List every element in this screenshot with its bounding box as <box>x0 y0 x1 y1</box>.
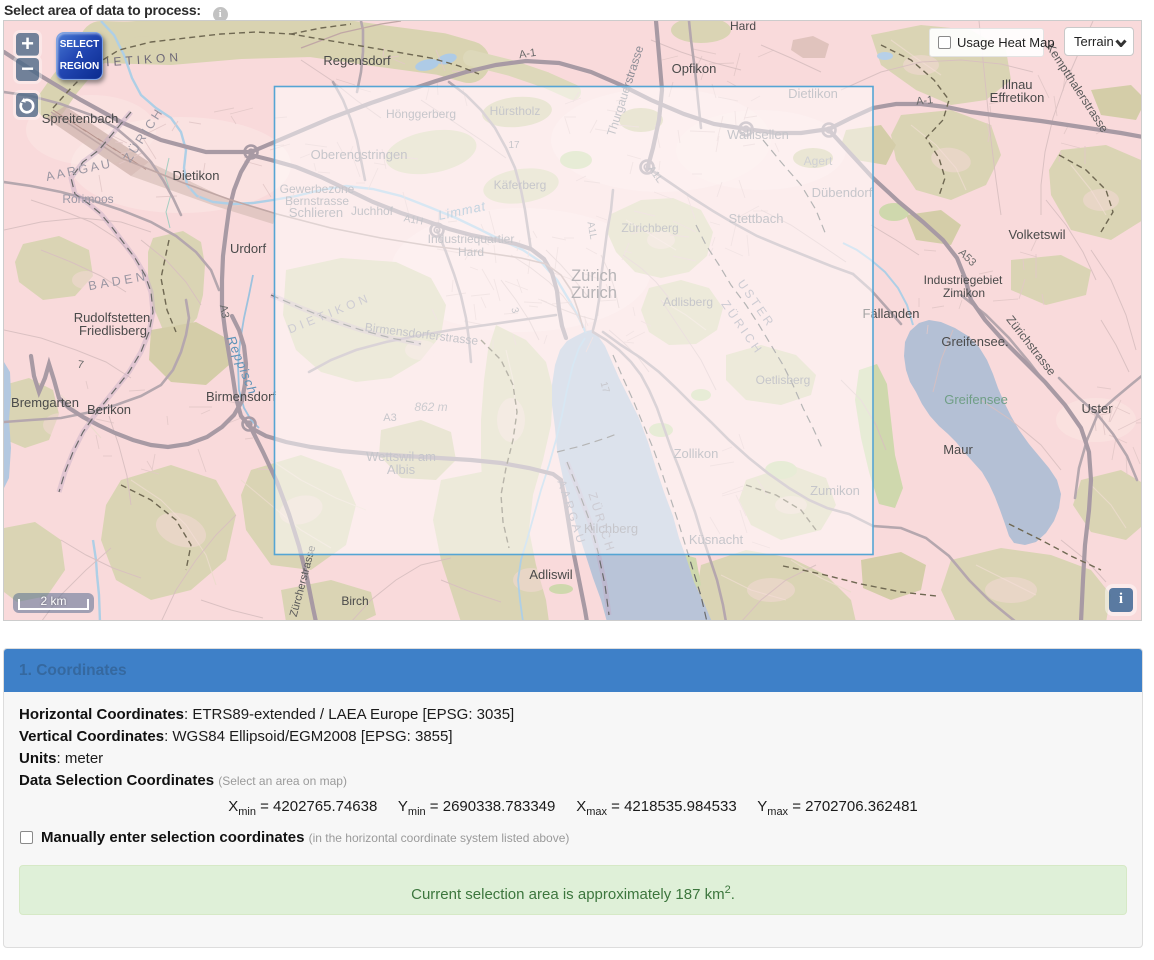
svg-text:Uster: Uster <box>1081 401 1113 416</box>
svg-text:Opfikon: Opfikon <box>672 61 717 76</box>
svg-text:Birmensdorf: Birmensdorf <box>206 389 276 404</box>
svg-text:A-1: A-1 <box>916 94 934 108</box>
svg-text:Greifensee.: Greifensee. <box>941 334 1008 349</box>
svg-text:Dietikon: Dietikon <box>173 168 220 183</box>
svg-text:Hard: Hard <box>730 21 756 33</box>
svg-text:Berikon: Berikon <box>87 402 131 417</box>
svg-text:Volketswil: Volketswil <box>1008 227 1065 242</box>
svg-text:Effretikon: Effretikon <box>990 90 1045 105</box>
svg-text:Adliswil: Adliswil <box>529 567 572 582</box>
svg-text:Rörimoos: Rörimoos <box>62 192 113 206</box>
svg-text:Bremgarten: Bremgarten <box>11 395 79 410</box>
svg-text:Greifensee: Greifensee <box>944 392 1008 407</box>
svg-text:A-1: A-1 <box>518 47 537 61</box>
svg-text:A3: A3 <box>217 304 231 319</box>
svg-text:Industriegebiet: Industriegebiet <box>924 273 1003 287</box>
svg-text:Maur: Maur <box>943 442 973 457</box>
svg-text:Birch: Birch <box>341 594 368 608</box>
svg-text:Spreitenbach: Spreitenbach <box>42 111 119 126</box>
svg-text:Friedlisberg: Friedlisberg <box>79 323 147 338</box>
svg-text:Zimikon: Zimikon <box>943 286 985 300</box>
svg-text:Regensdorf: Regensdorf <box>323 53 391 68</box>
svg-text:Urdorf: Urdorf <box>230 241 267 256</box>
